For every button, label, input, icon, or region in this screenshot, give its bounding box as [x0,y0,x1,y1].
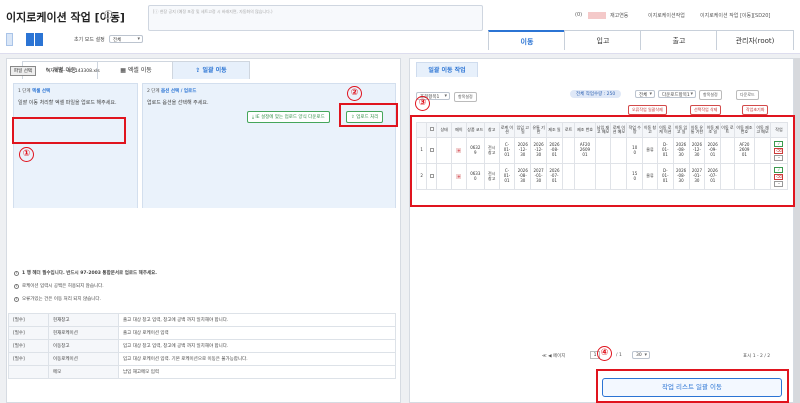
table-row: [필수] 현재로케이션 출고 대상 로케이션 입력 [8,326,396,340]
page-size-select[interactable]: 30 [632,351,650,359]
req-name: 이동로케이션 [48,352,119,366]
notice-box: i1 행 헤더 필수입니다. 반드시 97-2003 통합문서로 업로드 해주세… [8,208,396,311]
info-icon: i [14,297,19,302]
pager-prev[interactable]: ≪ ◀ 페이지 [542,353,565,359]
step1-prefix: 1 단계 [18,89,31,94]
pager-total: 표시 1 - 2 / 2 [743,354,771,359]
download-setting-button[interactable]: 항목설정 [699,90,722,100]
table-row: 메모 납입 재고메모 입력 [8,365,396,379]
tab-batch-work[interactable]: 일괄 이동 작업 [416,62,478,77]
subtab-excel-move[interactable]: ▦ 엑셀 이동 [97,61,175,79]
delete-selected-button[interactable]: 선택작업 삭제 [690,105,722,115]
req-tag: [필수] [8,339,49,353]
req-desc: 입고 대상 창고 입력, 창고에 공백 까지 일치해야 합니다. [118,339,396,353]
requirements-table: [필수] 현재창고 출고 대상 창고 입력, 창고에 공백 까지 일치해야 합니다.… [8,313,396,379]
file-select-button[interactable]: 파일 선택 [10,66,36,76]
selected-file-name: 이지로케···30_143308.xls [46,69,100,74]
highlight-file-select [12,117,126,144]
filter-select[interactable]: 전체 [635,90,655,98]
req-desc: 입고 대상 로케이션 입력. 기본 로케이션으로 이동은 불가능합니다. [118,352,396,366]
top-bar: 이지로케이션 작업 [이동] + [ⓘ 현장 공지 (예정 포장 및 세트고정 … [0,0,800,54]
item-setting-button[interactable]: 항목설정 [454,92,477,102]
favorite-plus-icon[interactable]: + [104,10,113,19]
layout-full-icon[interactable] [35,33,43,46]
step1-desc: 일괄 이동 처리할 엑셀 파일을 업로드 해주세요. [18,100,117,106]
page-scrollbar[interactable] [794,58,800,403]
info-icon: i [14,271,19,276]
step2-desc: 업로드 옵션을 선택해 주세요. [147,100,209,106]
notice-1-text: 1 행 헤더 필수입니다. 반드시 97-2003 통합문서로 업로드 해주세요… [22,271,157,276]
marker-3: ③ [415,96,430,111]
download-button[interactable]: 다운로드 [736,90,759,100]
info-icon: i [14,284,19,289]
table-row: [필수] 현재창고 출고 대상 창고 입력, 창고에 공백 까지 일치해야 합니다. [8,313,396,327]
req-name: 메모 [48,365,119,379]
tab-admin[interactable]: 관리자(root) [716,30,794,50]
init-mode-select[interactable]: 전체 [109,35,143,43]
breadcrumb-stock[interactable]: 재고연동 [610,12,628,19]
layout-split-icon[interactable] [26,33,34,46]
req-tag: [필수] [8,326,49,340]
req-desc: 출고 대상 창고 입력, 창고에 공백 까지 일치해야 합니다. [118,313,396,327]
breadcrumb-location[interactable]: 이지로케이션작업 [648,12,685,19]
notice-3: i 오류가있는 건은 이동 처리 되지 않습니다. [14,296,101,302]
req-desc: 납입 재고메모 입력 [118,365,396,379]
init-mode-label: 초기 모드 설정 [74,37,105,43]
subtab-excel-label: 엑셀 이동 [127,67,152,74]
req-name: 현재로케이션 [48,326,119,340]
notice-2-text: 로케이션 입력시 공백은 허용되지 않습니다. [22,284,104,289]
table-row: [필수] 이동로케이션 입고 대상 로케이션 입력. 기본 로케이션으로 이동은 불… [8,352,396,366]
notice-3-text: 오류가있는 건은 이동 처리 되지 않습니다. [22,297,101,302]
req-desc: 출고 대상 로케이션 입력 [118,326,396,340]
marker-4: ④ [597,346,612,361]
tab-move[interactable]: 이동 [488,30,566,50]
notice-2: i 로케이션 입력시 공백은 허용되지 않습니다. [14,283,104,289]
subtab-batch-move[interactable]: ⇪ 일괄 이동 [172,61,250,79]
step2-title: 2 단계 옵션 선택 / 업로드 [147,88,196,94]
req-name: 이동창고 [48,339,119,353]
notice-1: i1 행 헤더 필수입니다. 반드시 97-2003 통합문서로 업로드 해주세… [14,270,157,276]
redacted-mark [588,12,606,19]
marker-2: ② [347,86,362,101]
req-tag [8,365,49,379]
marker-1: ① [19,147,34,162]
req-name: 현재창고 [48,313,119,327]
breadcrumb-account: (0) [575,12,583,18]
highlight-move-button [596,369,789,403]
tab-outbound[interactable]: 출고 [640,30,718,50]
table-row: [필수] 이동창고 입고 대상 창고 입력, 창고에 공백 까지 일치해야 합니다. [8,339,396,353]
step2-strong: 옵션 선택 / 업로드 [161,89,197,94]
highlight-upload [339,103,398,127]
step1-strong: 엑셀 선택 [32,89,51,94]
delete-error-button[interactable]: 오류작업 일괄삭제 [628,105,667,115]
total-qty-pill: 전체 작업수량 : 250 [570,90,622,98]
reset-work-button[interactable]: 작업초기화 [742,105,769,115]
layout-switcher [6,33,46,46]
tab-inbound[interactable]: 입고 [564,30,642,50]
sample-download-label: IE 설정에 맞는 업로드 양식 다운로드 [255,115,325,120]
req-tag: [필수] [8,352,49,366]
step1-title: 1 단계 엑셀 선택 [18,88,50,94]
breadcrumb-current: 이지로케이션 작업 [이동][SD20] [700,13,771,19]
download-item-select[interactable]: 다운로드항목1 [658,90,696,98]
req-tag: [필수] [8,313,49,327]
pager-of: / 1 [616,353,622,358]
step2-prefix: 2 단계 [147,89,160,94]
sample-download-button[interactable]: ⤓ IE 설정에 맞는 업로드 양식 다운로드 [247,111,330,123]
subtab-batch-label: 일괄 이동 [202,67,227,74]
highlight-grid [410,115,795,207]
layout-left-icon[interactable] [6,33,13,46]
memo-area[interactable]: [ⓘ 현장 공지 (예정 포장 및 세트고정 시 바래지면, 자동화의 많습니다… [148,5,483,31]
